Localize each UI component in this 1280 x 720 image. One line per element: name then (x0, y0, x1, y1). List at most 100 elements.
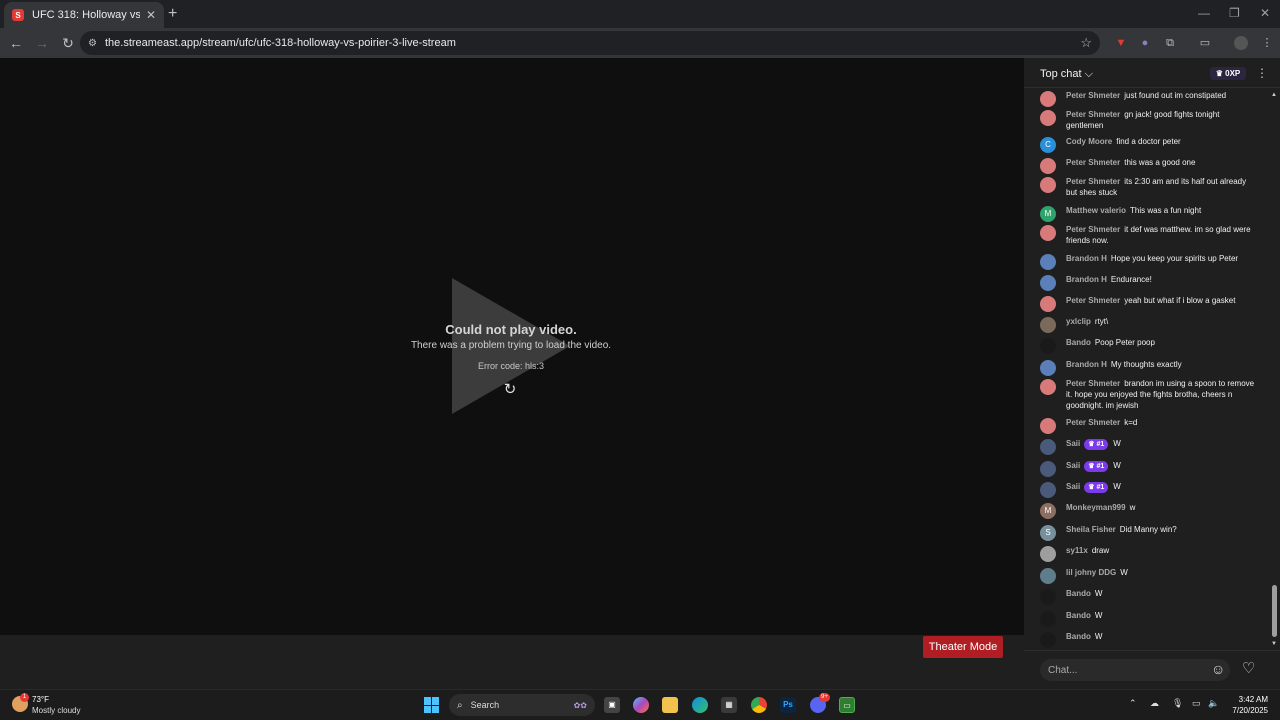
onedrive-icon[interactable]: ☁ (1150, 698, 1159, 709)
emoji-icon[interactable]: ☺ (1211, 661, 1227, 677)
chat-author[interactable]: Matthew valerio (1066, 206, 1126, 215)
avatar[interactable] (1040, 360, 1056, 376)
edge-icon[interactable] (692, 697, 708, 713)
avatar[interactable] (1040, 611, 1056, 627)
avatar[interactable]: M (1040, 206, 1056, 222)
tray-overflow-icon[interactable]: ⌃ (1129, 698, 1137, 709)
avatar[interactable] (1040, 379, 1056, 395)
chat-scrollbar-thumb[interactable] (1272, 585, 1277, 637)
avatar[interactable] (1040, 225, 1056, 241)
site-info-icon[interactable]: ⚙ (88, 38, 97, 49)
chat-author[interactable]: Monkeyman999 (1066, 503, 1126, 512)
extensions-puzzle-icon[interactable]: ⧉ (1163, 36, 1177, 50)
active-app-icon[interactable]: ▭ (839, 697, 855, 713)
avatar[interactable] (1040, 439, 1056, 455)
chat-author[interactable]: Brandon H (1066, 254, 1107, 263)
avatar[interactable] (1040, 275, 1056, 291)
new-tab-button[interactable]: + (168, 5, 177, 23)
avatar[interactable] (1040, 461, 1056, 477)
chat-author[interactable]: Peter Shmeter (1066, 296, 1120, 305)
chat-author[interactable]: Peter Shmeter (1066, 158, 1120, 167)
minimize-icon[interactable]: — (1198, 6, 1210, 20)
taskbar-search[interactable]: ⌕ Search ✿✿ (449, 694, 595, 716)
chat-mode-dropdown[interactable]: Top chat ⌵ (1040, 68, 1093, 81)
avatar[interactable] (1040, 296, 1056, 312)
profile-avatar-icon[interactable] (1234, 36, 1248, 50)
chat-author[interactable]: lil johny DDG (1066, 568, 1116, 577)
extension-shield-icon[interactable]: ▼ (1114, 36, 1128, 50)
side-panel-icon[interactable]: ▭ (1198, 36, 1212, 50)
microphone-icon[interactable]: 🎙 (1172, 698, 1183, 709)
scroll-up-icon[interactable]: ▲ (1271, 92, 1277, 98)
video-player[interactable]: Could not play video. There was a proble… (0, 58, 1024, 635)
avatar[interactable] (1040, 338, 1056, 354)
avatar[interactable] (1040, 568, 1056, 584)
avatar[interactable] (1040, 254, 1056, 270)
volume-icon[interactable]: 🔈 (1208, 698, 1219, 709)
avatar[interactable] (1040, 91, 1056, 107)
clock-date[interactable]: 7/20/2025 (1226, 706, 1268, 715)
retry-icon[interactable]: ↻ (502, 382, 518, 398)
back-icon[interactable]: ← (4, 35, 28, 51)
scroll-down-icon[interactable]: ▼ (1271, 641, 1277, 647)
theater-mode-button[interactable]: Theater Mode (923, 636, 1003, 658)
avatar[interactable] (1040, 158, 1056, 174)
chat-message: Peter Shmeter brandon im using a spoon to… (1040, 378, 1256, 411)
chat-message-body: Brandon H Hope you keep your spirits up P… (1066, 253, 1238, 270)
chat-menu-icon[interactable]: ⋮ (1256, 66, 1268, 80)
clock-time[interactable]: 3:42 AM (1226, 695, 1268, 704)
avatar[interactable] (1040, 482, 1056, 498)
windows-start-icon[interactable] (424, 697, 440, 713)
xp-badge[interactable]: ♛ 0XP (1210, 67, 1246, 80)
network-icon[interactable]: ▭ (1192, 698, 1201, 709)
restore-icon[interactable]: ❐ (1229, 6, 1240, 20)
chat-author[interactable]: Peter Shmeter (1066, 177, 1120, 186)
chat-author[interactable]: Brandon H (1066, 275, 1107, 284)
chat-author[interactable]: yxlclip (1066, 317, 1091, 326)
chat-author[interactable]: Bando (1066, 589, 1091, 598)
avatar[interactable]: S (1040, 525, 1056, 541)
browser-menu-icon[interactable]: ⋮ (1260, 36, 1274, 50)
avatar[interactable] (1040, 177, 1056, 193)
chat-author[interactable]: Saii (1066, 482, 1080, 491)
chat-author[interactable]: Bando (1066, 611, 1091, 620)
chat-author[interactable]: Bando (1066, 632, 1091, 641)
file-explorer-icon[interactable] (662, 697, 678, 713)
chat-author[interactable]: Brandon H (1066, 360, 1107, 369)
close-window-icon[interactable]: ✕ (1260, 6, 1270, 20)
avatar[interactable]: C (1040, 137, 1056, 153)
chat-author[interactable]: Peter Shmeter (1066, 91, 1120, 100)
photoshop-icon[interactable]: Ps (780, 697, 796, 713)
forward-icon[interactable]: → (30, 35, 54, 51)
chat-author[interactable]: Sheila Fisher (1066, 525, 1116, 534)
chat-message-body: Saii ♛ #1 W (1066, 438, 1121, 455)
avatar[interactable] (1040, 546, 1056, 562)
avatar[interactable] (1040, 110, 1056, 126)
address-bar[interactable]: ⚙ the.streameast.app/stream/ufc/ufc-318-… (80, 31, 1100, 55)
bookmark-star-icon[interactable]: ☆ (1080, 35, 1092, 51)
chat-author[interactable]: Saii (1066, 461, 1080, 470)
store-icon[interactable]: ▦ (721, 697, 737, 713)
chat-author[interactable]: Peter Shmeter (1066, 379, 1120, 388)
chat-author[interactable]: sy11x (1066, 546, 1088, 555)
chat-author[interactable]: Bando (1066, 338, 1091, 347)
reload-page-icon[interactable]: ↻ (56, 35, 80, 52)
copilot-icon[interactable] (633, 697, 649, 713)
heart-icon[interactable]: ♡ (1242, 660, 1260, 678)
tab-close-icon[interactable]: ✕ (146, 8, 156, 22)
task-view-icon[interactable]: ▣ (604, 697, 620, 713)
chat-input[interactable] (1040, 659, 1230, 681)
chat-author[interactable]: Saii (1066, 439, 1080, 448)
chat-author[interactable]: Peter Shmeter (1066, 110, 1120, 119)
avatar[interactable] (1040, 317, 1056, 333)
avatar[interactable] (1040, 589, 1056, 605)
extension-cloud-icon[interactable]: ● (1138, 36, 1152, 50)
avatar[interactable] (1040, 632, 1056, 648)
chrome-icon[interactable] (751, 697, 767, 713)
chat-author[interactable]: Peter Shmeter (1066, 418, 1120, 427)
avatar[interactable]: M (1040, 503, 1056, 519)
chat-author[interactable]: Cody Moore (1066, 137, 1112, 146)
avatar[interactable] (1040, 418, 1056, 434)
chat-author[interactable]: Peter Shmeter (1066, 225, 1120, 234)
tab-ufc-stream[interactable]: S UFC 318: Holloway vs. Poirier 3 ✕ (4, 2, 164, 28)
